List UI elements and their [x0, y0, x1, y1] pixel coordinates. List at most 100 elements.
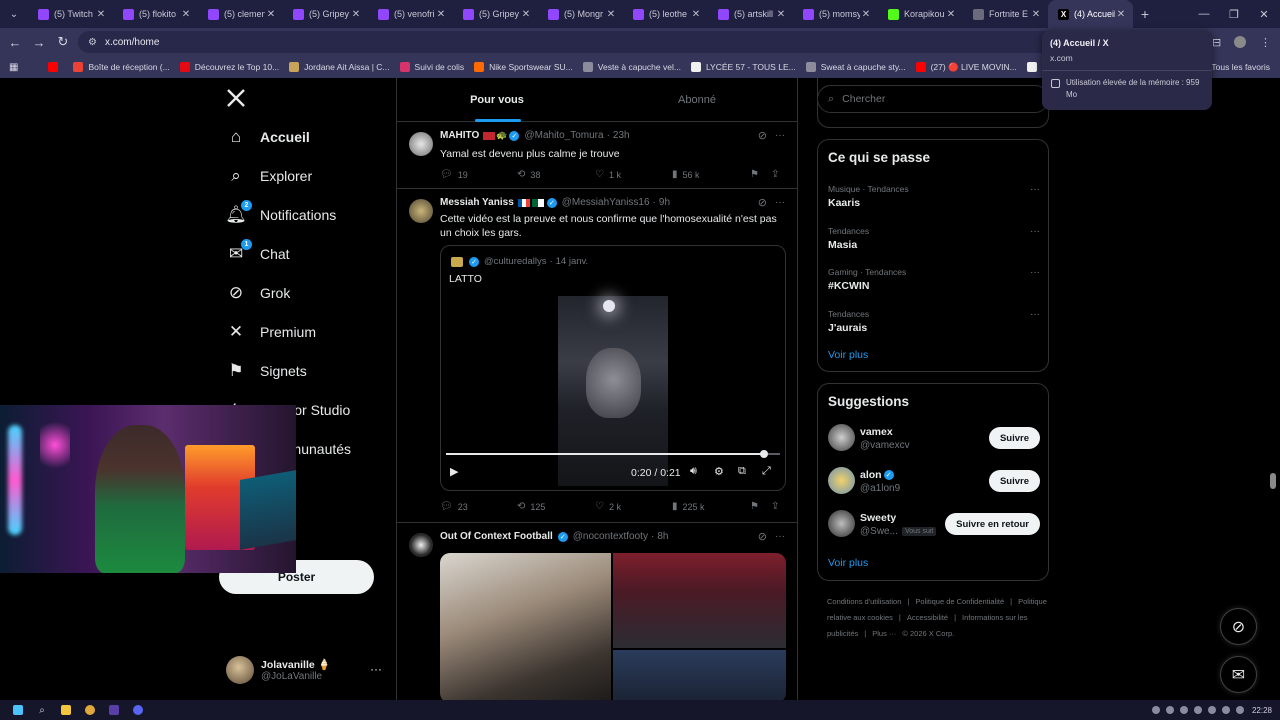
tab-close-icon[interactable]: ✕: [945, 9, 957, 20]
like-button[interactable]: ♡ 1 k: [595, 169, 621, 180]
quoted-handle[interactable]: @culturedallys: [484, 256, 546, 267]
browser-tab[interactable]: Fortnite E ✕: [963, 0, 1048, 28]
bookmark-item[interactable]: Veste à capuche vel...: [582, 62, 681, 72]
tweet-time[interactable]: 9h: [659, 197, 670, 208]
tweet-author-handle[interactable]: @nocontextfooty: [573, 531, 648, 542]
browser-tab[interactable]: (5) Twitch ✕: [28, 0, 113, 28]
views-button[interactable]: ▮ 56 k: [672, 169, 700, 180]
suggestions-show-more[interactable]: Voir plus: [828, 557, 868, 569]
browser-tab[interactable]: (5) venofri ✕: [368, 0, 453, 28]
avatar[interactable]: [828, 510, 855, 537]
more-icon[interactable]: ···: [370, 662, 382, 676]
tab-close-icon[interactable]: ✕: [435, 9, 447, 20]
bookmark-item[interactable]: Boîte de réception (...: [73, 62, 170, 72]
tray-icon[interactable]: [1179, 706, 1188, 714]
tweet[interactable]: Out Of Context Football ✓ @nocontextfoot…: [397, 523, 797, 700]
footer-link[interactable]: Conditions d'utilisation: [827, 597, 901, 606]
avatar[interactable]: [409, 199, 433, 223]
share-button[interactable]: ⇪: [771, 501, 784, 512]
chrome-icon[interactable]: [80, 700, 100, 720]
x-logo-icon[interactable]: [226, 88, 250, 112]
grok-icon[interactable]: ⊘: [758, 129, 767, 142]
bookmark-button[interactable]: ⚑: [750, 501, 764, 512]
more-icon[interactable]: ···: [775, 197, 785, 208]
nav-item-explorer[interactable]: ⌕ Explorer: [226, 161, 312, 191]
clock[interactable]: 22:28: [1252, 706, 1272, 715]
like-button[interactable]: ♡ 2 k: [595, 501, 621, 512]
nav-item-premium[interactable]: ✕ Premium: [226, 317, 316, 347]
back-icon[interactable]: ←: [3, 35, 27, 50]
apps-icon[interactable]: ▦: [9, 62, 18, 73]
more-icon[interactable]: ···: [1030, 267, 1040, 278]
reply-button[interactable]: 💬︎ 23: [440, 501, 468, 512]
avatar[interactable]: [409, 132, 433, 156]
browser-tab[interactable]: (5) flokito ✕: [113, 0, 198, 28]
account-switcher[interactable]: Jolavanille 🍦 @JoLaVanille ···: [226, 654, 386, 686]
new-tab-button[interactable]: +: [1133, 6, 1157, 22]
tab-close-icon[interactable]: ✕: [775, 9, 787, 20]
cast-icon[interactable]: ⊟: [1212, 28, 1221, 56]
tab-close-icon[interactable]: ✕: [1115, 9, 1127, 20]
browser-tab[interactable]: (5) clemen ✕: [198, 0, 283, 28]
wifi-icon[interactable]: [1221, 706, 1230, 714]
nav-item-accueil[interactable]: ⌂ Accueil: [226, 122, 310, 152]
tab-close-icon[interactable]: ✕: [180, 9, 192, 20]
media-image[interactable]: [613, 650, 786, 700]
share-button[interactable]: ⇪: [771, 169, 784, 180]
grok-icon[interactable]: ⊘: [758, 530, 767, 543]
tab-close-icon[interactable]: ✕: [350, 9, 362, 20]
tray-icon[interactable]: [1165, 706, 1174, 714]
browser-tab[interactable]: (5) leothe ✕: [623, 0, 708, 28]
tab-close-icon[interactable]: ✕: [860, 9, 872, 20]
browser-tab[interactable]: (5) Mongr ✕: [538, 0, 623, 28]
app-icon[interactable]: [104, 700, 124, 720]
discord-icon[interactable]: [128, 700, 148, 720]
trend-item[interactable]: Tendances Masia ···: [828, 226, 1040, 251]
minimize-icon[interactable]: —: [1188, 0, 1220, 28]
tweet-author-handle[interactable]: @MessiahYaniss16: [562, 197, 650, 208]
nav-item-signets[interactable]: ⚑ Signets: [226, 356, 306, 386]
trend-item[interactable]: Gaming · Tendances #KCWIN ···: [828, 267, 1040, 292]
settings-icon[interactable]: ⚙: [714, 465, 724, 478]
site-info-icon[interactable]: ⚙: [88, 37, 97, 48]
tweet-time[interactable]: 8h: [657, 531, 668, 542]
bookmark-item[interactable]: Suivi de colis: [399, 62, 464, 72]
nav-item-grok[interactable]: ⊘ Grok: [226, 278, 290, 308]
tweet[interactable]: MAHITO 🐢 ✓ @Mahito_Tomura · 23h ⊘ ··· Ya…: [397, 122, 797, 189]
quoted-tweet[interactable]: ✓ @culturedallys · 14 janv. LATTO ▶ 0:20…: [440, 245, 786, 491]
windows-start-icon[interactable]: [8, 700, 28, 720]
search-icon[interactable]: ⌕: [32, 700, 52, 720]
suggestion-item[interactable]: Sweety @Swe... Vous suit Suivre en retour: [828, 510, 1040, 540]
tab-following[interactable]: Abonné: [597, 78, 797, 122]
avatar[interactable]: [828, 467, 855, 494]
tray-icon[interactable]: [1151, 706, 1160, 714]
suggestion-item[interactable]: vamex @vamexcv Suivre: [828, 424, 1040, 454]
popout-icon[interactable]: ⧉: [738, 465, 746, 478]
volume-icon[interactable]: [1235, 706, 1244, 714]
tab-for-you[interactable]: Pour vous: [397, 78, 597, 122]
messages-fab-icon[interactable]: ✉: [1220, 656, 1257, 693]
repost-button[interactable]: ⟲ 38: [517, 169, 540, 180]
more-icon[interactable]: ···: [775, 130, 785, 141]
media-image[interactable]: [440, 553, 611, 700]
trend-item[interactable]: Tendances J'aurais ···: [828, 309, 1040, 334]
footer-link[interactable]: Accessibilité: [907, 613, 948, 622]
views-button[interactable]: ▮ 225 k: [672, 501, 705, 512]
tweet-author-name[interactable]: MAHITO: [440, 130, 479, 141]
nav-item-chat[interactable]: ✉ 1 Chat: [226, 239, 290, 269]
more-icon[interactable]: ···: [1030, 226, 1040, 237]
tweet-author-name[interactable]: Out Of Context Football: [440, 531, 553, 542]
tray-icon[interactable]: [1193, 706, 1202, 714]
bookmark-item[interactable]: Nike Sportswear SU...: [474, 62, 573, 72]
footer-link[interactable]: © 2026 X Corp.: [902, 629, 954, 638]
reply-button[interactable]: 💬︎ 19: [440, 169, 468, 180]
bookmark-item[interactable]: [48, 62, 63, 72]
tweet-time[interactable]: 23h: [613, 130, 630, 141]
address-bar[interactable]: ⚙ x.com/home: [78, 31, 1208, 53]
video-progress-bar[interactable]: [446, 450, 780, 458]
tab-search-icon[interactable]: ⌄: [0, 0, 28, 28]
file-explorer-icon[interactable]: [56, 700, 76, 720]
tab-close-icon[interactable]: ✕: [520, 9, 532, 20]
suggestion-item[interactable]: alon ✓ @a1lon9 Suivre: [828, 467, 1040, 497]
tab-close-icon[interactable]: ✕: [265, 9, 277, 20]
